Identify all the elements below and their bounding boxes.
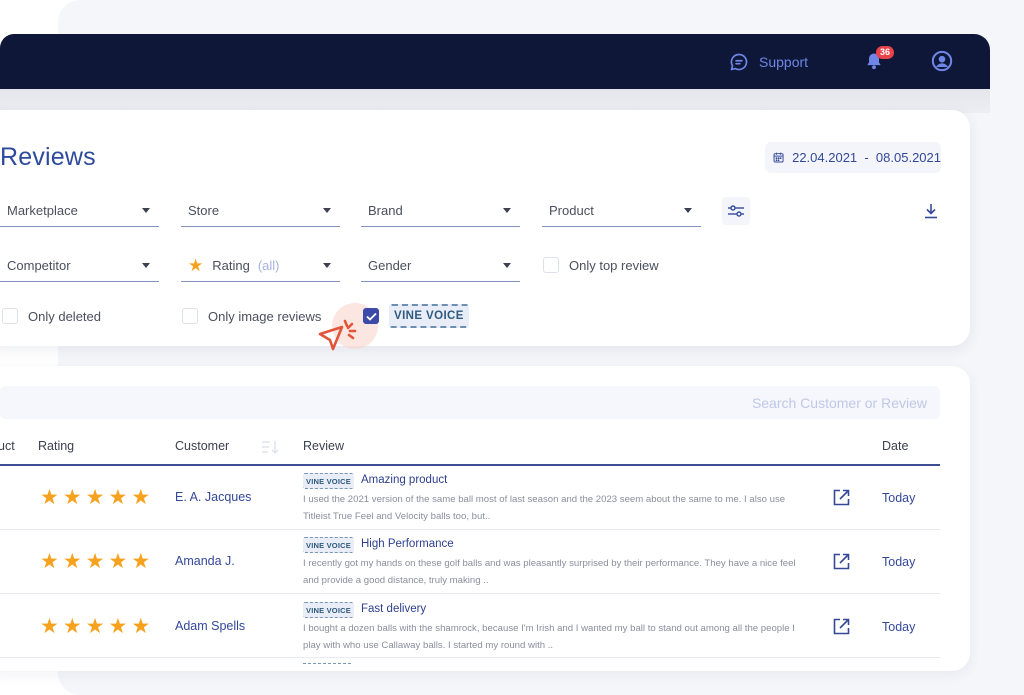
star-icon: ★ [131,486,151,509]
review-title: Amazing product [361,474,448,486]
vine-voice-badge: VINE VOICE [303,473,354,489]
review-date: Today [882,620,916,634]
notification-badge: 36 [876,46,895,59]
top-navigation-bar [0,34,990,89]
star-icon: ★ [62,550,82,573]
review-date: Today [882,491,916,505]
caret-down-icon [684,208,692,213]
chat-bubble-icon [730,53,748,71]
checkbox-box[interactable] [543,257,559,273]
calendar-icon [773,152,784,163]
gender-select-label: Gender [368,258,412,273]
user-avatar-icon[interactable] [931,50,953,72]
column-header-product[interactable]: uct [0,439,15,453]
product-select[interactable]: Product [542,195,701,227]
sliders-icon [728,205,744,217]
only-deleted-checkbox[interactable]: Only deleted [2,308,101,324]
vine-voice-badge: VINE VOICE [303,602,354,618]
advanced-filters-button[interactable] [722,197,750,225]
checkbox-box[interactable] [2,308,18,324]
download-icon [925,204,937,219]
review-body: I used the 2021 version of the same ball… [303,494,786,522]
customer-name[interactable]: Adam Spells [175,619,245,633]
caret-down-icon [503,208,511,213]
customer-name[interactable]: Amanda J. [175,554,235,568]
column-header-customer[interactable]: Customer [175,439,229,453]
rating-select-value: (all) [257,258,280,273]
customer-name[interactable]: E. A. Jacques [175,490,251,504]
next-row-vine-badge-peek [303,663,351,665]
star-icon: ★ [62,615,82,638]
only-image-reviews-checkbox[interactable]: Only image reviews [182,308,321,324]
rating-stars: ★ ★ ★ ★ ★ [40,487,150,508]
column-header-date[interactable]: Date [882,439,908,453]
checkmark-icon [365,312,377,321]
marketplace-select[interactable]: Marketplace [0,195,159,227]
caret-down-icon [323,263,331,268]
star-icon: ★ [85,615,105,638]
competitor-select[interactable]: Competitor [0,250,159,282]
caret-down-icon [142,208,150,213]
rating-select-label: Rating [212,258,250,273]
star-icon: ★ [108,550,128,573]
external-link-icon[interactable] [833,553,850,570]
checkbox-box[interactable] [182,308,198,324]
star-icon: ★ [40,486,59,509]
only-deleted-label: Only deleted [28,308,101,324]
star-icon: ★ [131,550,151,573]
caret-down-icon [503,263,511,268]
sort-icon[interactable] [261,439,279,455]
product-select-label: Product [549,203,594,218]
review-title: High Performance [361,538,454,550]
vine-voice-badge: VINE VOICE [303,537,354,553]
date-range-picker[interactable]: 22.04.2021 - 08.05.2021 [765,142,941,173]
brand-select[interactable]: Brand [361,195,520,227]
star-icon: ★ [62,486,82,509]
only-image-reviews-label: Only image reviews [208,308,322,324]
star-icon: ★ [40,550,59,573]
star-icon: ★ [108,486,128,509]
rating-stars: ★ ★ ★ ★ ★ [40,551,150,572]
review-date: Today [882,555,916,569]
star-icon: ★ [40,615,59,638]
gender-select[interactable]: Gender [361,250,520,282]
review-body: I recently got my hands on these golf ba… [303,558,796,586]
only-top-review-checkbox[interactable]: Only top review [543,257,659,273]
store-select[interactable]: Store [181,195,340,227]
star-icon: ★ [131,615,151,638]
column-header-review[interactable]: Review [303,439,344,453]
external-link-icon[interactable] [833,618,850,635]
brand-select-label: Brand [368,203,403,218]
competitor-select-label: Competitor [7,258,71,273]
review-title: Fast delivery [361,603,427,615]
review-body: I bought a dozen balls with the shamrock… [303,623,795,651]
star-icon: ★ [188,256,204,275]
store-select-label: Store [188,203,220,218]
star-icon: ★ [85,486,105,509]
column-header-rating[interactable]: Rating [38,439,74,453]
rating-stars: ★ ★ ★ ★ ★ [40,616,150,637]
download-button[interactable] [917,197,945,225]
support-link[interactable]: Support [729,52,808,72]
only-top-review-label: Only top review [569,257,659,273]
star-icon: ★ [108,615,128,638]
marketplace-select-label: Marketplace [7,203,78,218]
vine-voice-badge: VINE VOICE [389,304,469,328]
caret-down-icon [323,208,331,213]
support-label: Support [759,54,809,70]
caret-down-icon [142,263,150,268]
search-input[interactable] [0,386,940,419]
star-icon: ★ [85,550,105,573]
rating-select[interactable]: ★ Rating (all) [181,250,340,282]
date-range-value: 22.04.2021 - 08.05.2021 [792,150,941,165]
page-title: Reviews [0,143,96,171]
external-link-icon[interactable] [833,489,850,506]
cursor-click-icon [318,319,357,351]
